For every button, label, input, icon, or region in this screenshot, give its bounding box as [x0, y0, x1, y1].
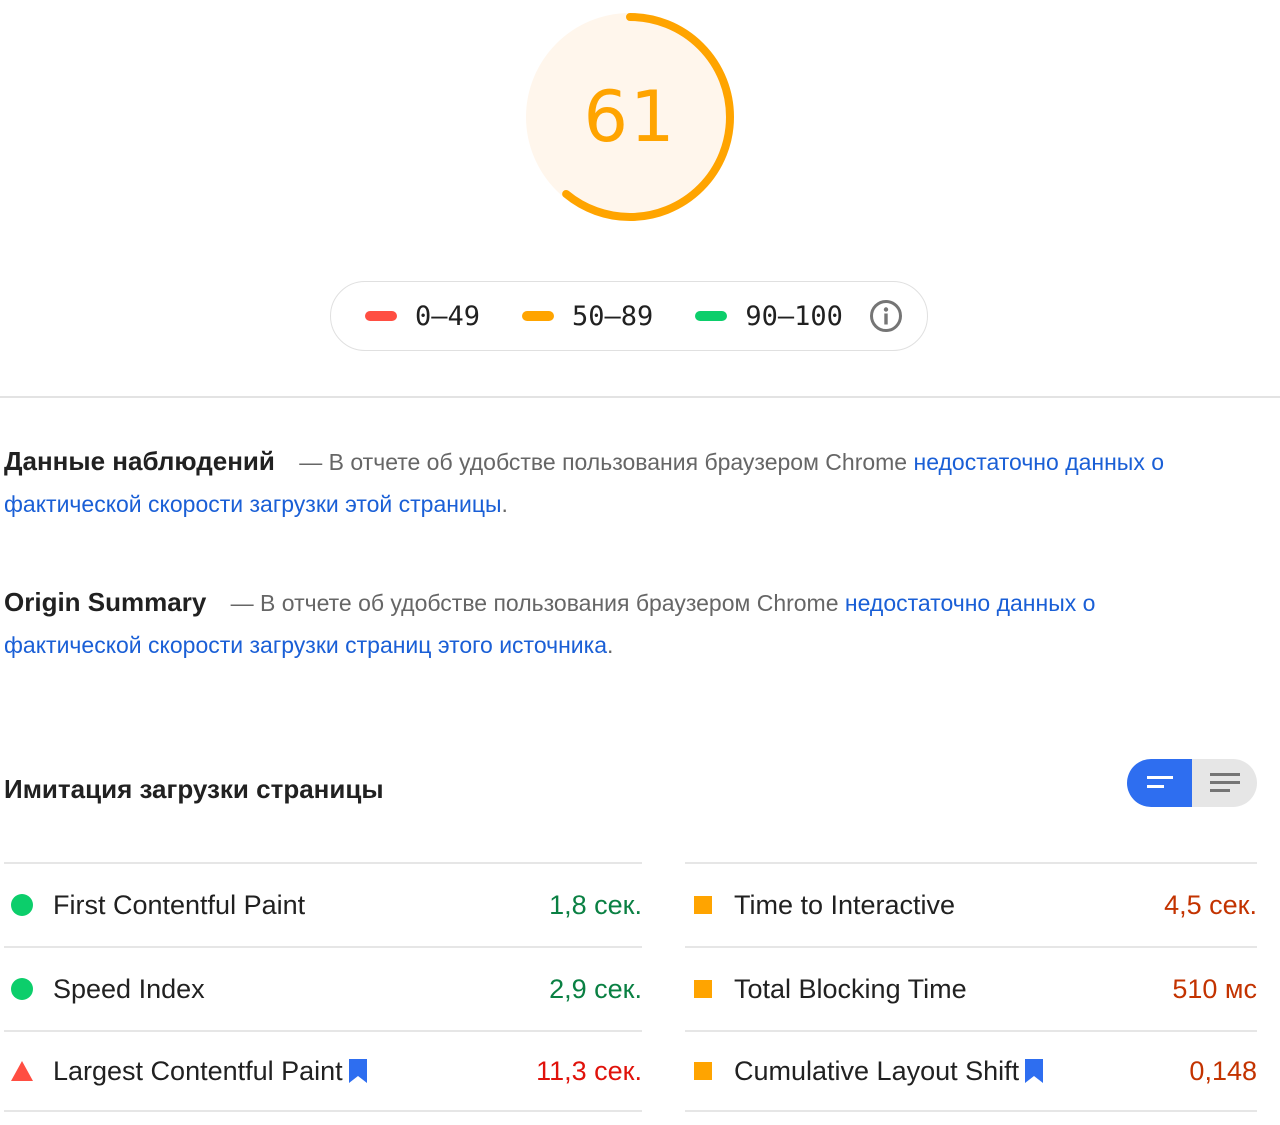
metric-name: Time to Interactive: [734, 889, 956, 920]
legend-item-average: 50–89: [522, 301, 653, 332]
status-good-icon: [8, 894, 36, 916]
metric-value: 11,3 сек.: [536, 1055, 642, 1086]
metric-row-speed-index: Speed Index 2,9 сек.: [4, 946, 642, 1030]
metrics-column-right: Time to Interactive 4,5 сек. Total Block…: [685, 862, 1257, 1112]
origin-summary-section: Origin Summary — В отчете об удобстве по…: [4, 581, 1184, 666]
metric-value: 4,5 сек.: [1164, 889, 1257, 920]
status-average-square-icon: [689, 1062, 717, 1080]
lab-data-title: Имитация загрузки страницы: [4, 774, 384, 804]
status-poor-triangle-icon: [8, 1060, 36, 1082]
legend-label-good: 90–100: [745, 300, 843, 332]
score-value: 61: [583, 76, 677, 158]
performance-score-gauge: 61: [520, 7, 740, 227]
score-legend: 0–49 50–89 90–100: [330, 281, 928, 351]
status-average-square-icon: [689, 896, 717, 914]
legend-label-average: 50–89: [572, 300, 654, 332]
metric-value: 0,148: [1189, 1055, 1257, 1086]
metric-name: First Contentful Paint: [53, 889, 306, 920]
field-data-title: Данные наблюдений: [4, 446, 275, 476]
bookmark-icon: [1025, 1059, 1044, 1083]
status-good-icon: [8, 978, 36, 1000]
metric-name: Cumulative Layout Shift: [734, 1055, 1020, 1086]
section-divider: [0, 396, 1280, 398]
metric-name-container: Cumulative Layout Shift: [734, 1056, 1189, 1087]
origin-summary-title: Origin Summary: [4, 587, 207, 617]
metric-name: Largest Contentful Paint: [53, 1055, 343, 1086]
metrics-column-left: First Contentful Paint 1,8 сек. Speed In…: [4, 862, 642, 1112]
metric-row-fcp: First Contentful Paint 1,8 сек.: [4, 862, 642, 946]
lighthouse-report: 61 0–49 50–89 90–100 Данные наблюдений —…: [0, 0, 1280, 1125]
metric-name: Speed Index: [53, 973, 205, 1004]
metric-row-tbt: Total Blocking Time 510 мс: [685, 946, 1257, 1030]
metric-row-tti: Time to Interactive 4,5 сек.: [685, 862, 1257, 946]
origin-summary-period: .: [607, 632, 614, 658]
legend-item-poor: 0–49: [365, 301, 480, 332]
status-average-square-icon: [689, 980, 717, 998]
expanded-list-icon: [1209, 773, 1240, 792]
legend-dash-good: [695, 311, 728, 321]
compact-view-button[interactable]: [1127, 759, 1192, 807]
compact-list-icon: [1146, 776, 1173, 788]
metric-value: 1,8 сек.: [549, 889, 642, 920]
bookmark-icon: [348, 1059, 367, 1083]
metric-value: 2,9 сек.: [549, 973, 642, 1004]
legend-dash-average: [522, 311, 555, 321]
field-data-period: .: [501, 491, 508, 517]
legend-item-good: 90–100: [695, 301, 843, 332]
expanded-view-button[interactable]: [1192, 759, 1257, 807]
info-icon[interactable]: [869, 299, 903, 333]
origin-summary-description: — В отчете об удобстве пользования брауз…: [230, 590, 839, 616]
metric-row-lcp: Largest Contentful Paint 11,3 сек.: [4, 1030, 642, 1112]
metrics-view-toggle: [1127, 759, 1257, 807]
legend-dash-poor: [365, 311, 397, 321]
metric-name: Total Blocking Time: [734, 973, 967, 1004]
metric-name-container: Largest Contentful Paint: [53, 1056, 536, 1087]
metric-value: 510 мс: [1172, 973, 1257, 1004]
metric-row-cls: Cumulative Layout Shift 0,148: [685, 1030, 1257, 1112]
field-data-description: — В отчете об удобстве пользования брауз…: [299, 449, 908, 475]
field-data-section: Данные наблюдений — В отчете об удобстве…: [4, 440, 1184, 525]
legend-label-poor: 0–49: [415, 300, 481, 332]
